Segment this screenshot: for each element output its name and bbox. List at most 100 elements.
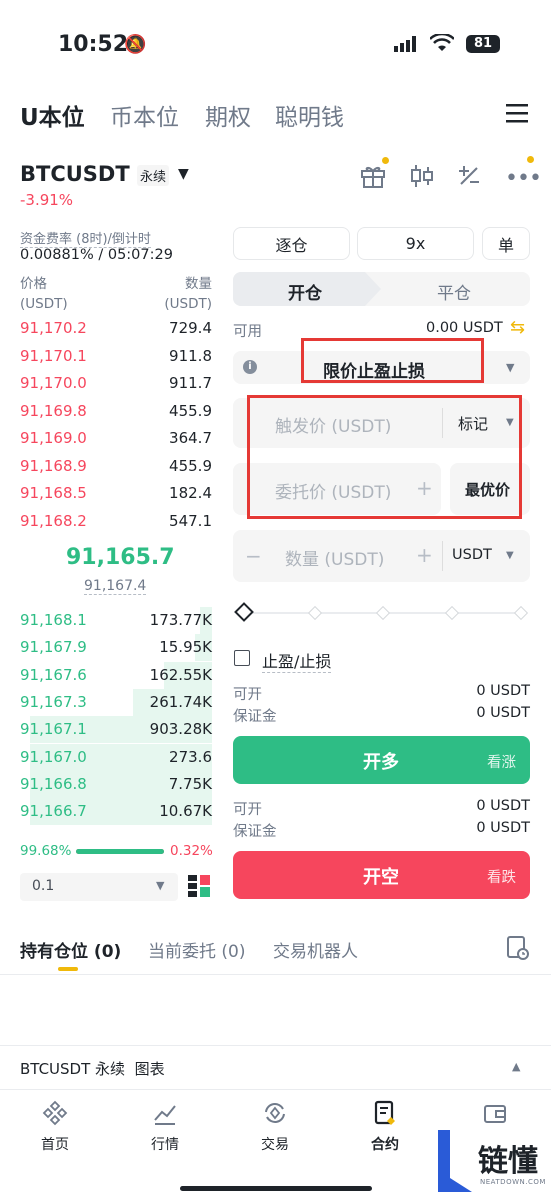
caret-down-icon: ▼: [178, 166, 189, 182]
more-icon[interactable]: •••: [505, 156, 542, 191]
ask-price: 91,169.8: [20, 401, 87, 420]
slider-step-50[interactable]: [375, 605, 391, 621]
short-can-open-label: 可开: [233, 802, 262, 818]
quantity-input[interactable]: − 数量 (USDT) + USDT ▼: [233, 530, 530, 582]
bid-row[interactable]: 91,167.6 162.55K: [20, 661, 212, 689]
tab-open[interactable]: 开仓: [288, 279, 322, 304]
slider-step-75[interactable]: [444, 605, 460, 621]
available-label: 可用: [233, 324, 262, 340]
highlight-price-inputs: [247, 395, 522, 519]
nav-home[interactable]: 首页: [15, 1100, 95, 1154]
chart-bar[interactable]: BTCUSDT 永续 图表 ▲: [0, 1045, 551, 1089]
nav-trade[interactable]: 交易: [235, 1100, 315, 1154]
ask-price: 91,170.0: [20, 374, 87, 392]
position-mode-button[interactable]: 单: [482, 227, 530, 260]
order-history-icon[interactable]: [506, 935, 530, 965]
open-short-button[interactable]: 开空 看跌: [233, 851, 530, 899]
bid-row[interactable]: 91,166.7 10.67K: [20, 798, 212, 826]
nav-trade-label: 交易: [261, 1137, 289, 1153]
tab-coin-m[interactable]: 币本位: [110, 98, 179, 132]
ask-qty: 547.1: [169, 511, 212, 530]
watermark-sub: NEATDOWN.COM: [480, 1178, 546, 1186]
chart-bar-label: BTCUSDT 永续 图表: [20, 1060, 165, 1078]
tab-options[interactable]: 期权: [205, 98, 251, 132]
gift-icon[interactable]: [360, 157, 389, 193]
bid-row[interactable]: 91,167.9 15.95K: [20, 634, 212, 662]
short-can-open-value: 0 USDT: [476, 798, 530, 814]
quantity-unit-select[interactable]: USDT: [452, 547, 492, 563]
precision-value: 0.1: [32, 878, 55, 894]
candlestick-icon[interactable]: [410, 163, 434, 193]
tab-usdt-m[interactable]: U本位: [20, 98, 85, 132]
home-indicator: [180, 1186, 372, 1191]
slider-step-100[interactable]: [513, 605, 529, 621]
plus-icon[interactable]: +: [416, 543, 433, 567]
tab-positions[interactable]: 持有仓位 (0): [20, 937, 121, 962]
bid-price: 91,167.9: [20, 638, 87, 657]
ask-qty: 455.9: [169, 401, 212, 420]
ask-row[interactable]: 91,170.2 729.4: [20, 315, 212, 342]
ask-price: 91,170.1: [20, 346, 87, 365]
nav-markets[interactable]: 行情: [125, 1100, 205, 1154]
symbol-selector[interactable]: BTCUSDT 永续 ▼: [20, 162, 200, 190]
ask-row[interactable]: 91,169.0 364.7: [20, 425, 212, 452]
bid-qty: 162.55K: [149, 665, 212, 684]
amount-slider[interactable]: [233, 600, 530, 624]
bid-row[interactable]: 91,167.0 273.6: [20, 743, 212, 771]
bid-qty: 173.77K: [149, 611, 212, 629]
orderbook-layout-icon[interactable]: [188, 875, 210, 901]
leverage-button[interactable]: 9x: [357, 227, 474, 260]
status-time: 10:52: [58, 32, 129, 57]
bid-price: 91,167.3: [20, 692, 87, 711]
last-price[interactable]: 91,165.7: [66, 545, 175, 570]
buy-ratio-fill: [76, 849, 164, 854]
info-icon[interactable]: i: [243, 360, 257, 374]
tab-trading-bots[interactable]: 交易机器人: [273, 937, 358, 962]
slider-handle[interactable]: [234, 602, 254, 622]
bid-price: 91,167.6: [20, 665, 87, 684]
funding-label: 资金费率 (8时)/倒计时: [20, 228, 151, 248]
ask-qty: 729.4: [169, 319, 212, 337]
menu-icon[interactable]: [506, 103, 528, 127]
ask-price: 91,168.2: [20, 511, 87, 530]
futures-document-icon: [374, 1100, 395, 1125]
qty-header-unit: (USDT): [164, 296, 212, 312]
watermark-l-icon: [438, 1130, 472, 1192]
margin-mode-button[interactable]: 逐仓: [233, 227, 350, 260]
divider: [442, 541, 443, 571]
wifi-icon: [429, 32, 455, 56]
ask-row[interactable]: 91,170.1 911.8: [20, 343, 212, 370]
precision-select[interactable]: 0.1 ▼: [20, 873, 178, 901]
minus-icon[interactable]: −: [245, 544, 262, 568]
nav-futures[interactable]: 合约: [345, 1100, 425, 1154]
tab-close[interactable]: 平仓: [437, 279, 471, 304]
open-long-label: 开多: [363, 752, 399, 773]
calculator-icon[interactable]: [457, 164, 481, 192]
wallet-icon: [484, 1105, 506, 1123]
transfer-icon[interactable]: ⇆: [510, 317, 525, 338]
ask-row[interactable]: 91,170.0 911.7: [20, 370, 212, 397]
caret-up-icon[interactable]: ▲: [512, 1060, 520, 1073]
long-can-open-label: 可开: [233, 687, 262, 703]
bid-row[interactable]: 91,167.1 903.28K: [20, 716, 212, 744]
tpsl-label[interactable]: 止盈/止损: [262, 648, 332, 673]
open-long-button[interactable]: 开多 看涨: [233, 736, 530, 784]
ask-row[interactable]: 91,168.9 455.9: [20, 453, 212, 480]
open-close-tabs: 开仓 平仓: [233, 272, 530, 306]
tab-open-orders[interactable]: 当前委托 (0): [148, 937, 245, 962]
ask-row[interactable]: 91,168.2 547.1: [20, 508, 212, 535]
ask-row[interactable]: 91,169.8 455.9: [20, 398, 212, 425]
slider-step-25[interactable]: [307, 605, 323, 621]
tab-smart-money[interactable]: 聪明钱: [275, 98, 344, 132]
bid-row[interactable]: 91,167.3 261.74K: [20, 688, 212, 716]
caret-down-icon: ▼: [156, 879, 165, 892]
tpsl-checkbox[interactable]: [234, 650, 250, 666]
bid-row[interactable]: 91,168.1 173.77K: [20, 607, 212, 634]
bid-qty: 261.74K: [149, 692, 212, 711]
ask-price: 91,170.2: [20, 319, 87, 337]
ask-row[interactable]: 91,168.5 182.4: [20, 480, 212, 507]
bid-row[interactable]: 91,166.8 7.75K: [20, 770, 212, 798]
qty-header-label: 数量: [185, 276, 212, 292]
ask-price: 91,168.5: [20, 484, 87, 502]
caret-down-icon: ▼: [506, 550, 514, 561]
